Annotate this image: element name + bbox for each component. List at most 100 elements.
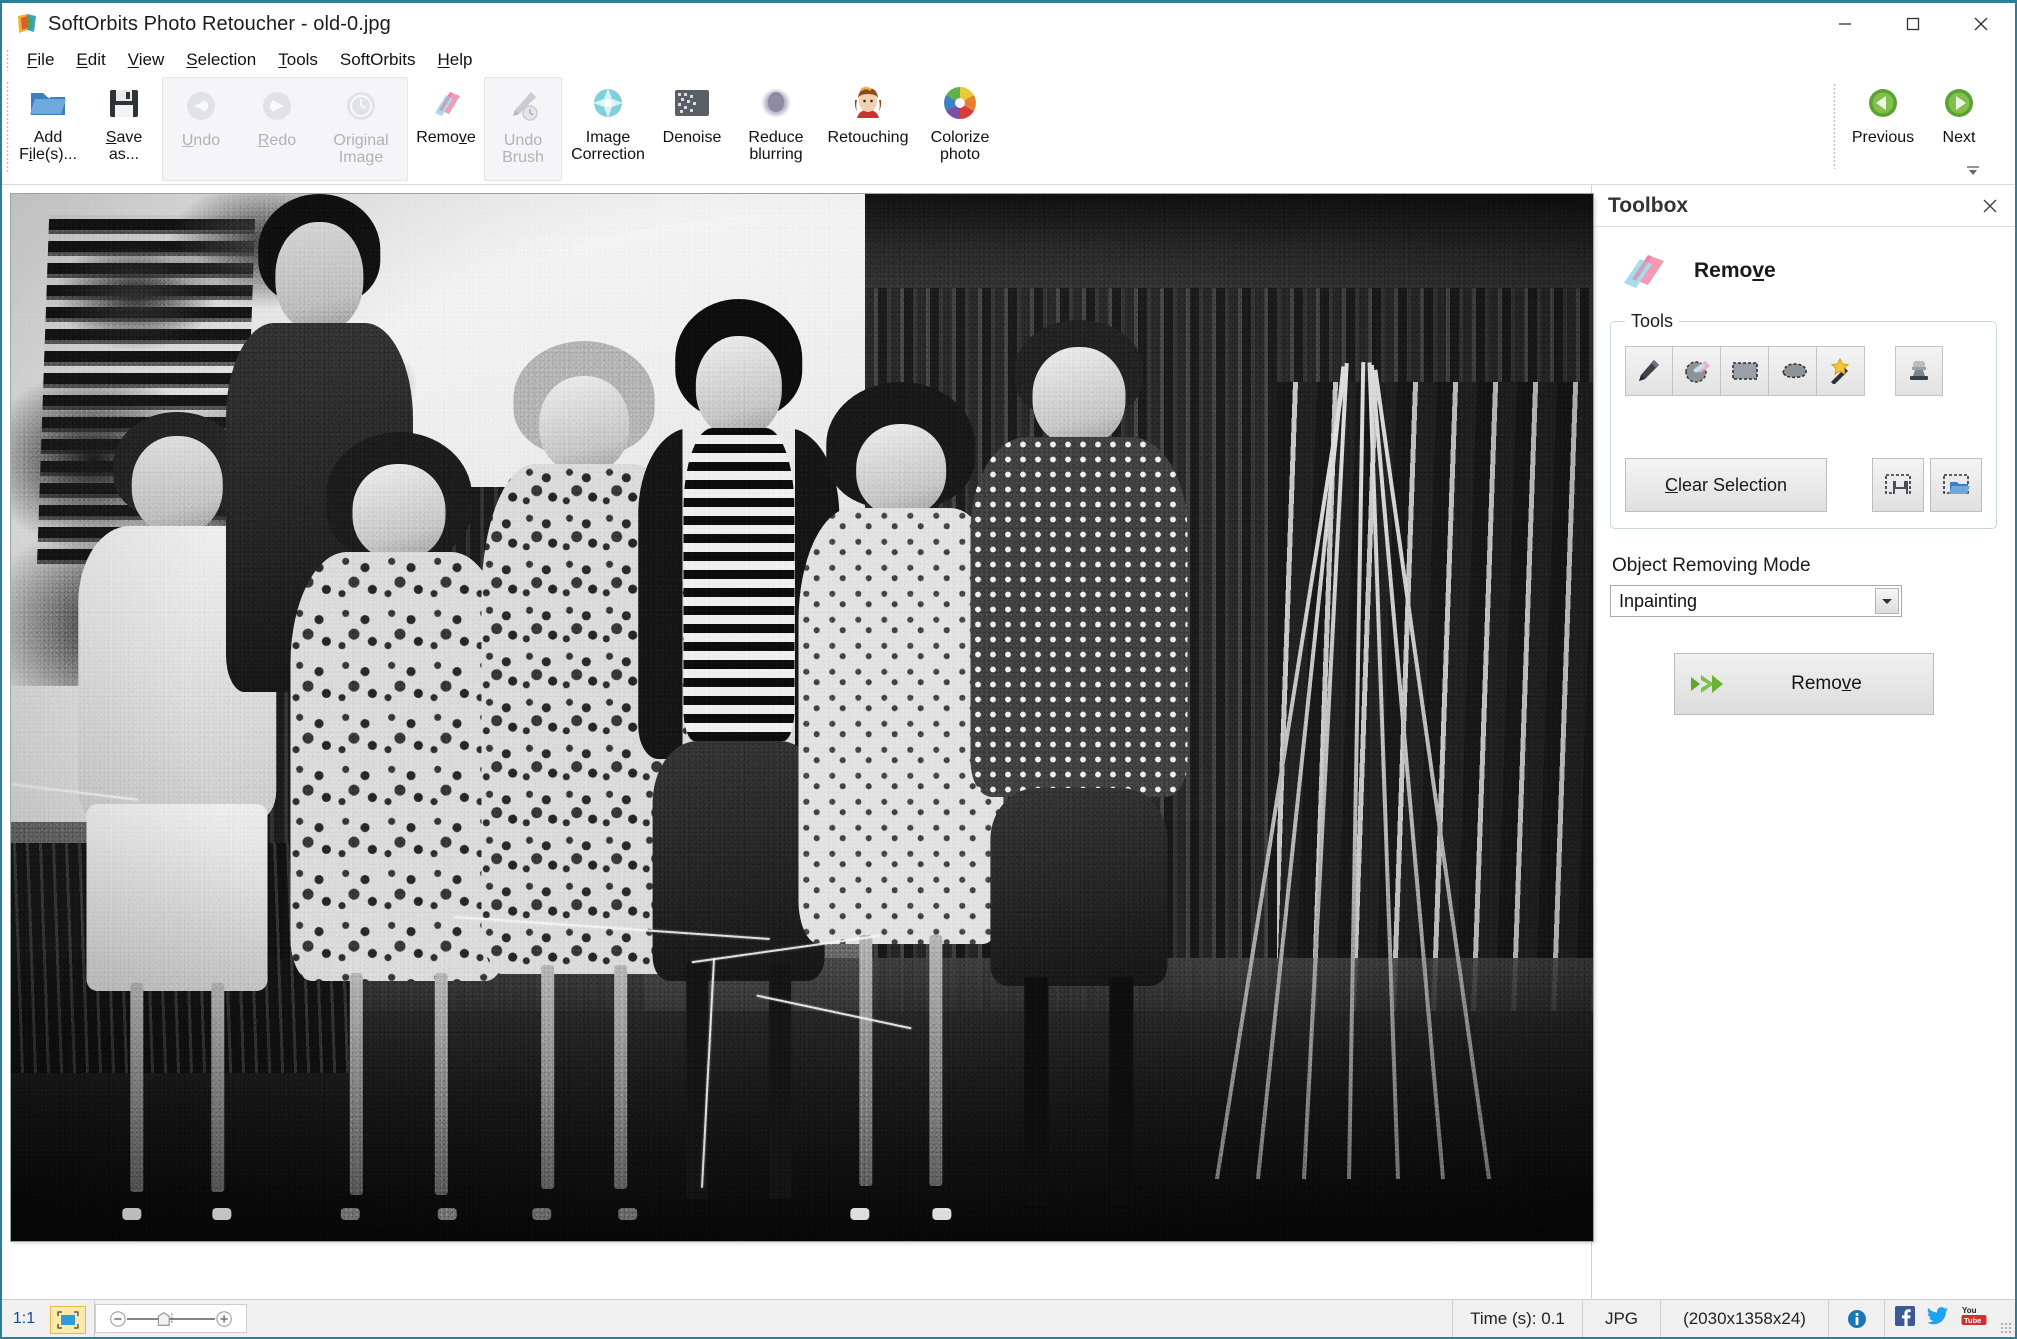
svg-text:Tube: Tube: [1964, 1316, 1981, 1325]
original-image-label: Original Image: [333, 132, 389, 167]
portrait-face-icon: [849, 83, 887, 123]
photo-canvas[interactable]: [11, 194, 1593, 1241]
next-button[interactable]: Next: [1921, 75, 1997, 175]
rectangle-select-tool-button[interactable]: [1721, 346, 1769, 396]
previous-label: Previous: [1851, 129, 1915, 146]
reduce-blurring-button[interactable]: Reduce blurring: [730, 75, 822, 175]
undo-brush-label: Undo Brush: [502, 132, 544, 167]
minimize-icon[interactable]: [1811, 3, 1879, 45]
image-correction-button[interactable]: Image Correction: [562, 75, 654, 175]
clear-selection-label: Clear Selection: [1664, 474, 1788, 495]
window-title: SoftOrbits Photo Retoucher - old-0.jpg: [48, 12, 391, 35]
object-removing-mode-label: Object Removing Mode: [1612, 555, 1811, 576]
noise-grid-icon: [673, 83, 711, 123]
processing-time-label: Time (s): 0.1: [1453, 1300, 1583, 1337]
toolbox-title: Toolbox: [1608, 193, 1689, 217]
plus-circle-icon: [216, 1310, 232, 1327]
ribbon-expand-icon[interactable]: [1965, 163, 1981, 177]
clear-selection-button[interactable]: Clear Selection: [1625, 458, 1827, 512]
undo-brush-button[interactable]: Undo Brush: [485, 78, 561, 178]
image-correction-label: Image Correction: [571, 129, 645, 164]
redo-label: Redo: [257, 132, 297, 149]
vintage-group-photo: [11, 194, 1593, 1241]
floppy-disk-icon: [107, 83, 141, 123]
brush-history-icon: [505, 86, 541, 126]
colorize-photo-label: Colorize photo: [930, 129, 990, 164]
menu-item-tools[interactable]: Tools: [267, 47, 329, 73]
arrow-right-circle-icon: [260, 86, 294, 126]
menu-bar: File Edit View Selection Tools SoftOrbit…: [2, 45, 2015, 75]
denoise-button[interactable]: Denoise: [654, 75, 730, 175]
lasso-tool-button[interactable]: [1769, 346, 1817, 396]
save-selection-button[interactable]: [1872, 458, 1924, 512]
application-window: SoftOrbits Photo Retoucher - old-0.jpg F…: [0, 0, 2017, 1339]
clock-history-icon: [344, 86, 378, 126]
blur-circle-icon: [756, 83, 796, 123]
green-double-arrow-icon: [1675, 671, 1739, 697]
zoom-slider[interactable]: [95, 1304, 247, 1333]
status-bar-spacer: [247, 1300, 1453, 1337]
menu-item-selection[interactable]: Selection: [175, 47, 267, 73]
image-dimensions-label: (2030x1358x24): [1661, 1300, 1829, 1337]
title-bar: SoftOrbits Photo Retoucher - old-0.jpg: [2, 3, 2015, 45]
tools-group: Tools Clear Selection: [1610, 311, 1997, 529]
retouching-button[interactable]: Retouching: [822, 75, 914, 175]
tools-row: [1625, 346, 1982, 396]
file-format-label: JPG: [1583, 1300, 1661, 1337]
social-icons-group: You Tube: [1885, 1300, 1997, 1337]
object-removing-mode-select[interactable]: Inpainting: [1610, 585, 1902, 617]
resize-grip-icon[interactable]: [1997, 1300, 2015, 1337]
add-files-label: Add File(s)...: [19, 129, 77, 164]
green-arrow-left-icon: [1867, 83, 1899, 123]
redo-button[interactable]: Redo: [239, 78, 315, 178]
tools-group-legend: Tools: [1631, 311, 1674, 331]
undo-button[interactable]: Undo: [163, 78, 239, 178]
sparkle-star-icon: [589, 83, 627, 123]
menu-item-edit[interactable]: Edit: [65, 47, 116, 73]
close-icon[interactable]: [1947, 3, 2015, 45]
maximize-icon[interactable]: [1879, 3, 1947, 45]
window-controls: [1811, 3, 2015, 45]
toolbox-panel: Toolbox Remove Tools Clear Selection Obj…: [1592, 185, 2015, 1308]
fit-to-screen-icon[interactable]: [50, 1306, 86, 1334]
twitter-icon[interactable]: [1927, 1306, 1949, 1331]
clone-stamp-tool-button[interactable]: [1895, 346, 1943, 396]
menu-item-help[interactable]: Help: [427, 47, 484, 73]
status-bar: 1:1 Time (s): 0.1 JPG (2030x1358x24) You…: [2, 1299, 2015, 1337]
remove-action-button[interactable]: Remove: [1673, 653, 1934, 715]
info-icon[interactable]: [1829, 1300, 1885, 1337]
eraser-tool-button[interactable]: [1673, 346, 1721, 396]
undo-label: Undo: [181, 132, 221, 149]
toolbox-mode-title: Remove: [1694, 259, 1776, 282]
minus-circle-icon: [110, 1310, 126, 1327]
magic-wand-tool-button[interactable]: [1817, 346, 1865, 396]
zoom-ratio-label: 1:1: [12, 1309, 36, 1327]
previous-button[interactable]: Previous: [1845, 75, 1921, 175]
toolbox-header: Toolbox: [1592, 185, 2015, 227]
canvas-area[interactable]: [2, 185, 1593, 1308]
original-image-button[interactable]: Original Image: [315, 78, 407, 178]
load-selection-button[interactable]: [1930, 458, 1982, 512]
colorize-photo-button[interactable]: Colorize photo: [914, 75, 1006, 175]
svg-text:You: You: [1962, 1306, 1977, 1315]
ribbon-toolbar: Add File(s)... Save as... Undo Redo Orig…: [2, 75, 2015, 185]
workspace: Toolbox Remove Tools Clear Selection Obj…: [2, 185, 2015, 1308]
close-icon[interactable]: [1977, 193, 2003, 219]
save-as-button[interactable]: Save as...: [86, 75, 162, 175]
menu-item-file[interactable]: File: [16, 47, 65, 73]
youtube-icon[interactable]: You Tube: [1961, 1305, 1987, 1332]
open-folder-icon: [28, 83, 68, 123]
undo-brush-group: Undo Brush: [484, 77, 562, 181]
menu-item-softorbits[interactable]: SoftOrbits: [329, 47, 427, 73]
pencil-tool-button[interactable]: [1625, 346, 1673, 396]
eraser-icon: [426, 83, 466, 123]
chevron-down-icon[interactable]: [1875, 588, 1899, 614]
menu-item-view[interactable]: View: [117, 47, 176, 73]
retouching-label: Retouching: [827, 129, 909, 146]
green-arrow-right-icon: [1943, 83, 1975, 123]
remove-button[interactable]: Remove: [408, 75, 484, 175]
remove-label: Remove: [416, 129, 476, 146]
toolbox-mode-header: Remove: [1610, 241, 1997, 301]
add-files-button[interactable]: Add File(s)...: [10, 75, 86, 175]
facebook-icon[interactable]: [1895, 1306, 1915, 1331]
